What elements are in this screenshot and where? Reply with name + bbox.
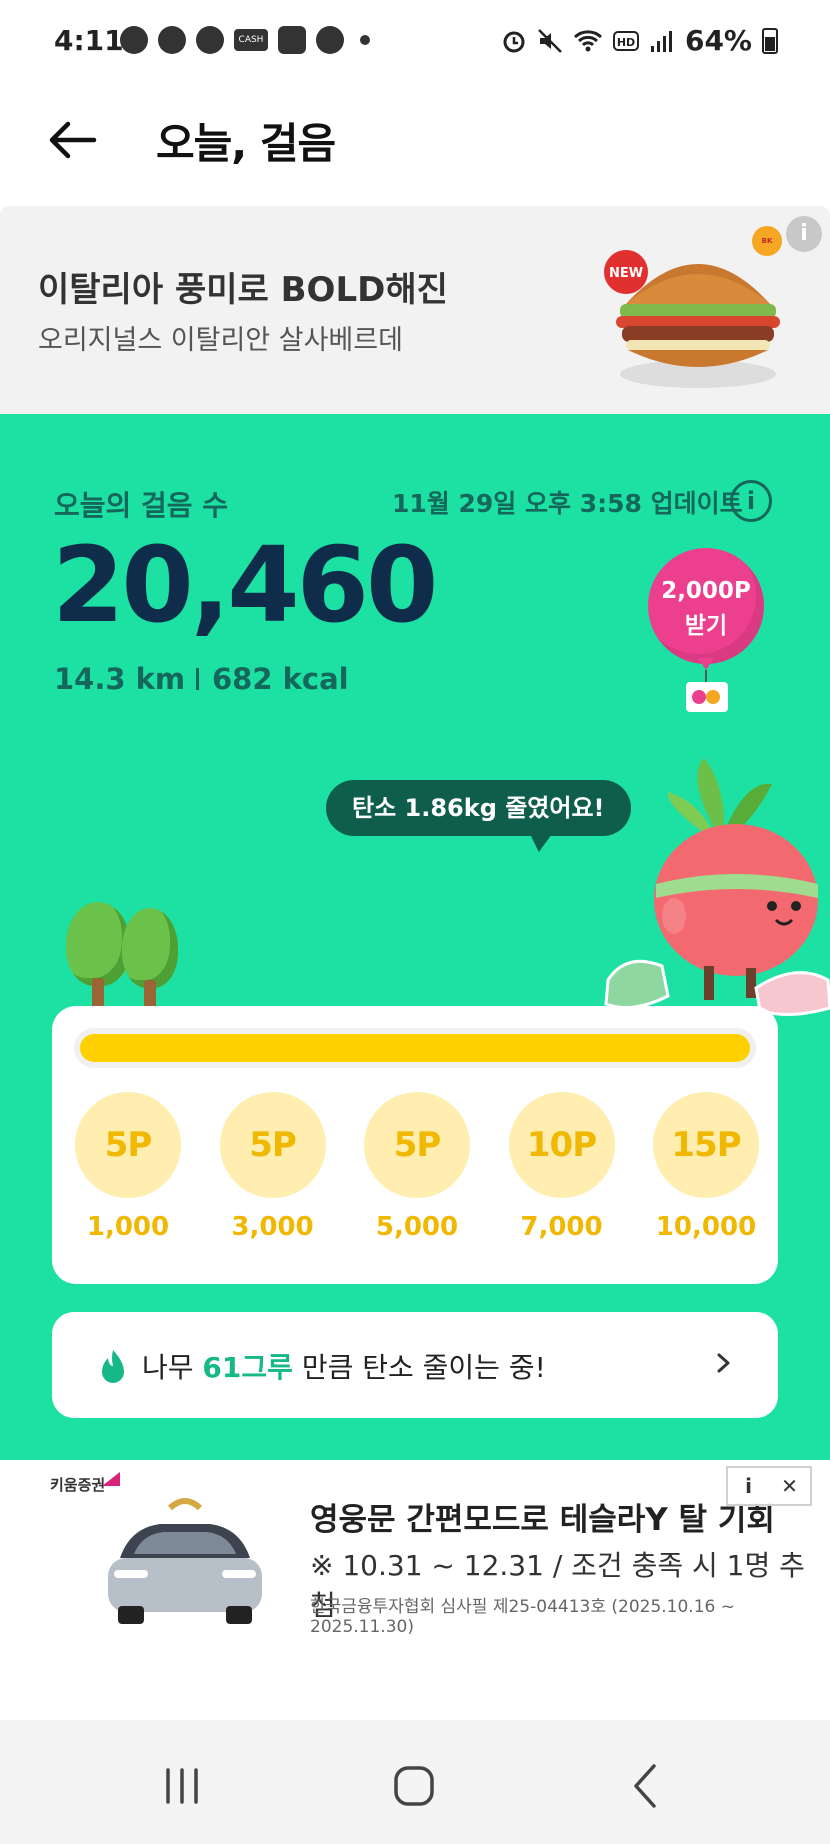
ad-close-button[interactable]: ✕ [769,1468,810,1504]
hd-icon: HD [612,30,639,51]
ad-title: 이탈리아 풍미로 BOLD해진 [38,270,448,310]
back-icon [634,1764,656,1808]
milestone-item[interactable]: 5P 5,000 [361,1092,473,1242]
ad-info-button[interactable]: i [728,1468,769,1504]
flame-icon [102,1350,124,1383]
app-notification-icon [158,26,186,54]
image-icon [278,26,306,54]
battery-percent: 64% [684,24,752,57]
app-notification-icon [120,26,148,54]
status-time: 4:11 [54,24,124,57]
ad-info-icon[interactable]: i [786,216,822,252]
back-nav-button[interactable] [616,1756,676,1816]
reward-coin: 5P [75,1092,181,1198]
distance: 14.3 km [54,662,186,696]
app-notification-icon [316,26,344,54]
milestone-steps: 1,000 [86,1212,170,1242]
new-badge: NEW [609,266,643,281]
back-button[interactable] [42,110,102,170]
reward-coin: 10P [508,1092,615,1198]
milestone-item[interactable]: 5P 1,000 [72,1092,184,1242]
home-icon [394,1766,434,1806]
ad-banner-top[interactable]: 이탈리아 풍미로 BOLD해진 오리지널스 이탈리안 살사베르데 NEW BK [0,206,830,414]
status-bar: 4:11 CASH HD 64% [0,0,830,80]
svg-text:HD: HD [617,36,635,49]
bubble-tail [530,834,552,852]
progress-track [74,1028,756,1068]
milestone-steps: 7,000 [520,1212,603,1242]
burger-image: NEW [604,250,780,388]
notification-icons: CASH [120,26,370,54]
cash-icon: CASH [234,29,268,51]
milestone-item[interactable]: 5P 3,000 [217,1092,329,1242]
milestone-item[interactable]: 15P 10,000 [650,1092,762,1242]
update-time: 11월 29일 오후 3:58 업데이트 [392,489,743,518]
ad-title: 영웅문 간편모드로 테슬라Y 탈 기회 [310,1502,775,1538]
app-header: 오늘, 걸음 [0,80,830,206]
reward-balloon[interactable]: 2,000P 받기 [648,548,764,664]
recent-apps-button[interactable] [152,1756,212,1816]
steps-section: 오늘의 걸음 수 11월 29일 오후 3:58 업데이트 i 20,460 1… [0,414,830,1460]
reward-coin: 5P [364,1092,470,1198]
carbon-tree-banner[interactable]: 나무 61그루 만큼 탄소 줄이는 중! [52,1312,778,1418]
steps-count: 20,460 [52,524,438,646]
carbon-speech-bubble: 탄소 1.86kg 줄였어요! [326,780,631,836]
kiwoom-logo: 키움증권 [50,1476,106,1494]
reward-coin: 5P [219,1092,326,1198]
tree-banner-text: 나무 61그루 만큼 탄소 줄이는 중! [142,1351,546,1384]
wifi-icon [573,29,602,51]
tree-count: 61그루 [202,1351,293,1384]
home-button[interactable] [384,1756,444,1816]
ad-disclaimer: 한국금융투자협회 심사필 제25-04413호 (2025.10.16 ~ 20… [310,1597,735,1637]
milestone-steps: 10,000 [655,1212,757,1242]
signal-icon [650,30,672,52]
mute-icon [538,28,562,53]
ad-subtitle: 오리지널스 이탈리안 살사베르데 [38,325,403,356]
info-icon[interactable]: i [730,480,772,522]
battery-icon [762,27,778,54]
tree-icon [66,902,130,1018]
milestone-list: 5P 1,000 5P 3,000 5P 5,000 10P 7,000 15P… [72,1092,762,1242]
milestone-steps: 5,000 [375,1212,459,1242]
reward-action: 받기 [684,613,728,639]
divider [196,668,199,690]
balloon-tip [698,658,714,670]
app-notification-icon [196,26,224,54]
milestone-item[interactable]: 10P 7,000 [506,1092,618,1242]
ad-controls: i ✕ [726,1466,812,1506]
burger-king-logo: BK [752,226,782,256]
calories: 682 kcal [212,662,349,696]
page-title: 오늘, 걸음 [156,119,336,168]
system-icons: HD 64% [501,24,778,57]
progress-fill [80,1034,750,1062]
recent-apps-icon [166,1768,198,1804]
car-image [108,1498,262,1624]
tree-icon [122,908,178,1018]
reward-coin: 15P [653,1092,759,1198]
milestone-steps: 3,000 [231,1212,314,1242]
more-dot-icon [360,35,370,45]
reward-points: 2,000P [661,578,751,604]
steps-progress-card: 5P 1,000 5P 3,000 5P 5,000 10P 7,000 15P… [52,1006,778,1284]
alarm-icon [503,31,525,52]
system-nav-bar [0,1720,830,1844]
chevron-right-icon [717,1353,730,1373]
arrow-left-icon [49,121,97,159]
steps-label: 오늘의 걸음 수 [54,489,229,522]
ok-cashbag-icon [686,682,728,712]
ad-banner-bottom[interactable]: 키움증권 영웅문 간편모드로 테슬라Y 탈 기회 ※ 10.31 ~ 12.31… [0,1460,830,1720]
